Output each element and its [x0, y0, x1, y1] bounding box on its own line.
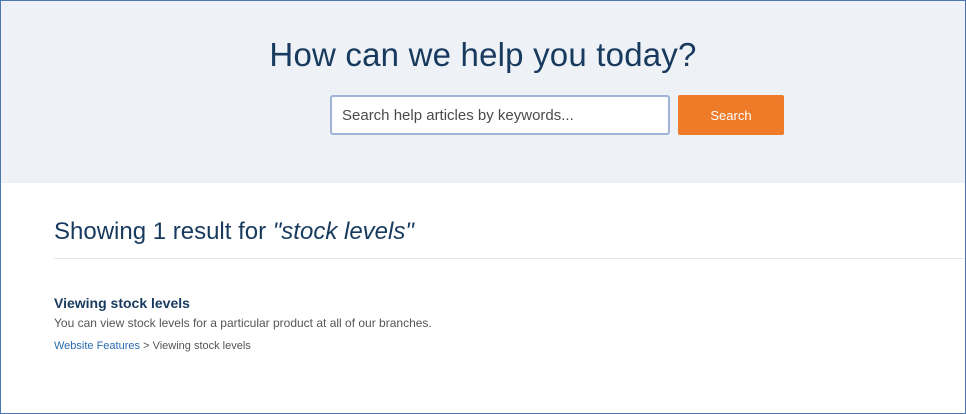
breadcrumb-link-website-features[interactable]: Website Features [54, 340, 140, 352]
search-query: "stock levels" [272, 218, 414, 245]
search-input[interactable] [330, 95, 670, 135]
results-count-text: Showing 1 result for [54, 218, 273, 245]
hero-title: How can we help you today? [269, 36, 697, 73]
search-bar: Search [330, 95, 784, 135]
search-hero: How can we help you today? Search [1, 1, 965, 183]
results-heading: Showing 1 result for "stock levels" [54, 214, 965, 250]
results-header: Showing 1 result for "stock levels" [54, 214, 965, 250]
result-title-link[interactable]: Viewing stock levels [54, 294, 934, 312]
breadcrumb: Website Features > Viewing stock levels [54, 339, 934, 353]
breadcrumb-current: Viewing stock levels [152, 340, 251, 352]
search-button[interactable]: Search [678, 95, 784, 135]
result-description: You can view stock levels for a particul… [54, 316, 432, 330]
divider [54, 258, 965, 259]
page-frame: How can we help you today? Search Showin… [0, 0, 966, 414]
list-item: Viewing stock levels You can view stock … [54, 294, 934, 353]
breadcrumb-separator: > [140, 340, 153, 352]
